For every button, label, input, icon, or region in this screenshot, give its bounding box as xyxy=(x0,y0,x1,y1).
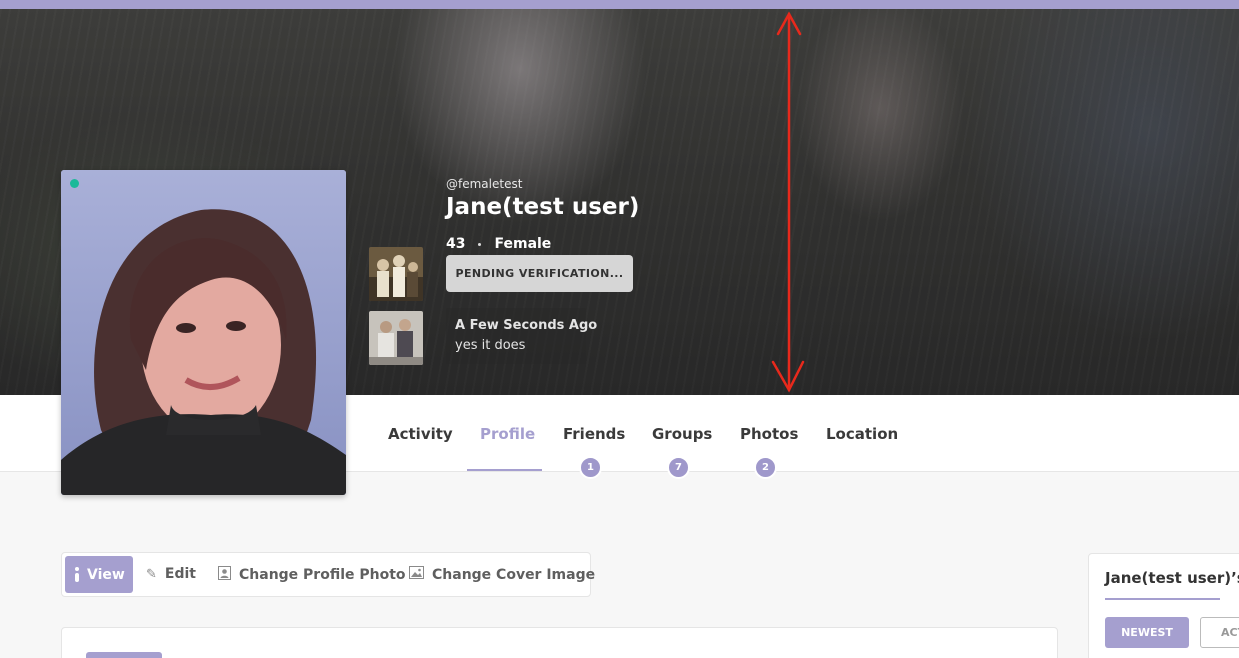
image-icon xyxy=(409,566,424,583)
change-cover-image-button[interactable]: Change Cover Image xyxy=(409,566,595,583)
online-status-dot xyxy=(70,179,79,188)
friend-thumbnail[interactable] xyxy=(369,247,423,301)
profile-content-card xyxy=(61,627,1058,658)
verification-status-button[interactable]: PENDING VERIFICATION... xyxy=(446,255,633,292)
tab-profile[interactable]: Profile xyxy=(480,425,535,443)
change-profile-photo-button[interactable]: Change Profile Photo xyxy=(218,566,406,584)
separator-dot xyxy=(478,242,482,246)
latest-status-box xyxy=(446,308,586,364)
sidebar-title-underline xyxy=(1105,598,1220,600)
view-button[interactable]: View xyxy=(65,556,133,593)
status-update-thumbnail[interactable] xyxy=(369,311,423,365)
active-tab-indicator xyxy=(467,469,542,471)
tab-friends[interactable]: Friends xyxy=(563,425,625,443)
photos-count-badge: 2 xyxy=(754,456,777,479)
profile-avatar[interactable] xyxy=(61,170,346,495)
profile-gender: Female xyxy=(494,236,552,252)
profile-handle: @femaletest xyxy=(446,177,523,191)
pencil-icon: ✎ xyxy=(146,566,157,582)
view-label: View xyxy=(87,566,125,583)
change-profile-photo-label: Change Profile Photo xyxy=(239,567,406,583)
sidebar-widget-title: Jane(test user)’s xyxy=(1105,569,1239,587)
active-filter-button[interactable]: ACT xyxy=(1200,617,1239,648)
content-tab-button[interactable] xyxy=(86,652,162,658)
groups-count-badge: 7 xyxy=(667,456,690,479)
profile-meta: 43 Female xyxy=(446,236,551,252)
newest-filter-button[interactable]: NEWEST xyxy=(1105,617,1189,648)
status-text: yes it does xyxy=(455,338,526,353)
edit-button[interactable]: ✎ Edit xyxy=(146,566,196,582)
tab-groups[interactable]: Groups xyxy=(652,425,712,443)
user-icon xyxy=(74,567,80,582)
profile-age: 43 xyxy=(446,236,466,252)
status-timestamp: A Few Seconds Ago xyxy=(455,318,598,333)
portrait-icon xyxy=(218,566,231,584)
change-cover-image-label: Change Cover Image xyxy=(432,566,596,583)
tab-activity[interactable]: Activity xyxy=(388,425,453,443)
tab-photos[interactable]: Photos xyxy=(740,425,798,443)
friends-count-badge: 1 xyxy=(579,456,602,479)
tab-location[interactable]: Location xyxy=(826,425,898,443)
profile-name: Jane(test user) xyxy=(446,194,640,220)
edit-label: Edit xyxy=(164,566,196,582)
